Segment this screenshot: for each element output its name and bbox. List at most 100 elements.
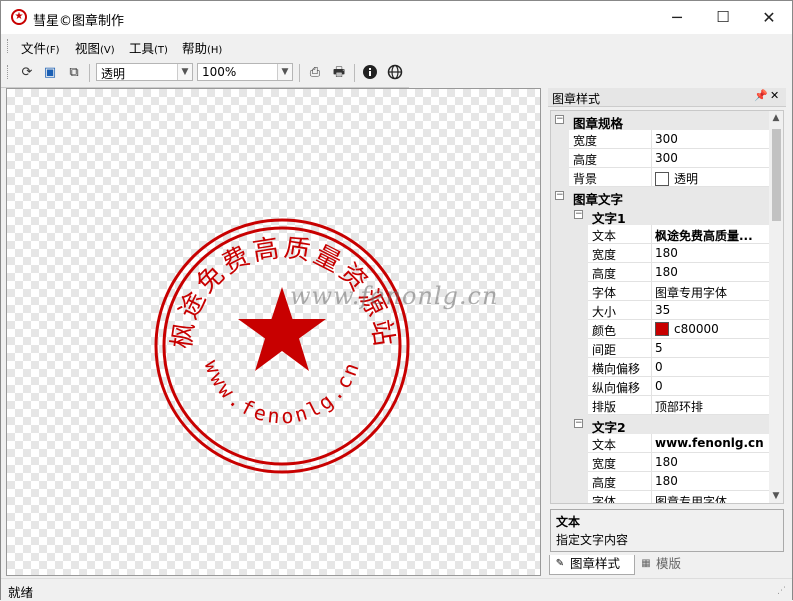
maximize-button[interactable]: ☐ — [700, 1, 746, 34]
property-row[interactable]: 高度 180 — [551, 472, 771, 491]
property-value[interactable]: 顶部环排 — [655, 398, 703, 415]
collapse-icon[interactable]: − — [574, 419, 583, 428]
panel-header: 图章样式 📌 ✕ — [548, 88, 786, 107]
property-description: 文本 指定文字内容 — [550, 509, 784, 552]
property-row[interactable]: 横向偏移 0 — [551, 358, 771, 377]
property-name: 宽度 — [573, 134, 598, 148]
collapse-icon[interactable]: − — [555, 191, 564, 200]
menu-view-accel: (V) — [100, 45, 115, 56]
export-icon[interactable]: ⎙ — [306, 64, 324, 82]
property-value[interactable]: 180 — [655, 474, 678, 488]
color-swatch — [655, 322, 669, 336]
menu-help-label: 帮助 — [182, 41, 208, 56]
category-text[interactable]: − 图章文字 — [551, 187, 771, 207]
property-name: 宽度 — [592, 248, 617, 262]
property-value[interactable]: 300 — [655, 132, 678, 146]
toolbar-separator — [89, 64, 90, 82]
toolbar-separator — [354, 64, 355, 82]
category-text2[interactable]: − 文字2 — [551, 415, 771, 435]
chevron-down-icon[interactable]: ▼ — [277, 64, 292, 80]
property-row[interactable]: 字体 图章专用字体 — [551, 491, 771, 503]
category-text1[interactable]: − 文字1 — [551, 206, 771, 226]
property-name: 文本 — [592, 438, 617, 452]
property-value[interactable]: 0 — [655, 360, 663, 374]
window-title: 彗星©图章制作 — [33, 14, 125, 29]
tab-template[interactable]: ▦ 模版 — [636, 555, 706, 574]
property-value[interactable]: 图章专用字体 — [655, 284, 727, 301]
property-value[interactable]: 300 — [655, 151, 678, 165]
property-value[interactable]: www.fenonlg.cn — [655, 436, 764, 450]
status-text: 就绪 — [8, 585, 34, 600]
property-value[interactable]: c80000 — [655, 322, 719, 336]
property-value[interactable]: 5 — [655, 341, 663, 355]
tab-template-label: 模版 — [656, 556, 682, 571]
property-row[interactable]: 字体 图章专用字体 — [551, 282, 771, 301]
menu-help-accel: (H) — [207, 45, 223, 56]
globe-icon[interactable] — [386, 64, 404, 82]
menu-help[interactable]: 帮助(H) — [182, 38, 222, 57]
save-icon[interactable]: ▣ — [41, 64, 59, 82]
chevron-down-icon[interactable]: ▼ — [177, 64, 192, 80]
zoom-combo[interactable]: 100% ▼ — [197, 63, 293, 81]
pin-icon[interactable]: 📌 — [754, 89, 768, 102]
collapse-icon[interactable]: − — [574, 210, 583, 219]
category-spec[interactable]: − 图章规格 — [551, 111, 771, 131]
zoom-combo-value: 100% — [202, 65, 237, 79]
property-grid-scrollbar[interactable]: ▲ ▼ — [769, 111, 783, 503]
property-row[interactable]: 文本 www.fenonlg.cn — [551, 434, 771, 453]
refresh-icon[interactable]: ⟳ — [18, 64, 36, 82]
info-icon[interactable] — [361, 64, 379, 82]
property-name: 高度 — [573, 153, 598, 167]
property-name: 背景 — [573, 172, 598, 186]
property-row[interactable]: 纵向偏移 0 — [551, 377, 771, 396]
toolbar-grip-handle[interactable] — [7, 65, 11, 79]
tab-stamp-style-label: 图章样式 — [570, 556, 621, 571]
property-row[interactable]: 间距 5 — [551, 339, 771, 358]
collapse-icon[interactable]: − — [555, 115, 564, 124]
tab-stamp-style[interactable]: ✎ 图章样式 — [549, 555, 635, 575]
property-row[interactable]: 宽度 180 — [551, 453, 771, 472]
property-row[interactable]: 文本 枫途免费高质量... — [551, 225, 771, 244]
background-combo-value: 透明 — [101, 67, 126, 81]
property-row[interactable]: 排版 顶部环排 — [551, 396, 771, 415]
property-value[interactable]: 透明 — [655, 170, 698, 187]
property-name: 字体 — [592, 286, 617, 300]
title-bar: ★ 彗星©图章制作 ─ ☐ ✕ — [1, 1, 792, 34]
property-row[interactable]: 高度 300 — [551, 149, 771, 168]
copy-icon[interactable]: ⧉ — [65, 64, 83, 82]
style-panel: 图章样式 📌 ✕ − 图章规格 宽度 300 高度 300 背景 透明 − 图章… — [548, 88, 786, 576]
property-name: 文本 — [592, 229, 617, 243]
property-row[interactable]: 宽度 180 — [551, 244, 771, 263]
menu-file[interactable]: 文件(F) — [21, 38, 60, 57]
property-value[interactable]: 180 — [655, 246, 678, 260]
menu-grip-handle[interactable] — [7, 39, 11, 53]
menu-view[interactable]: 视图(V) — [75, 38, 115, 57]
close-button[interactable]: ✕ — [746, 1, 792, 34]
stamp-canvas[interactable]: 枫途免费高质量资源站 www.fenonlg.cn www.fenonlg.cn — [6, 88, 541, 576]
panel-title: 图章样式 — [552, 92, 601, 106]
background-combo[interactable]: 透明 ▼ — [96, 63, 193, 81]
minimize-button[interactable]: ─ — [654, 1, 700, 34]
resize-grip-icon[interactable]: ⋰ — [777, 586, 789, 598]
property-value[interactable]: 0 — [655, 379, 663, 393]
property-row[interactable]: 宽度 300 — [551, 130, 771, 149]
property-row[interactable]: 高度 180 — [551, 263, 771, 282]
scroll-down-icon[interactable]: ▼ — [769, 489, 783, 503]
property-row[interactable]: 背景 透明 — [551, 168, 771, 187]
property-value[interactable]: 180 — [655, 265, 678, 279]
property-value[interactable]: 枫途免费高质量... — [655, 227, 753, 244]
property-value[interactable]: 35 — [655, 303, 670, 317]
description-title: 文本 — [556, 515, 581, 529]
scrollbar-thumb[interactable] — [772, 129, 781, 221]
property-value[interactable]: 图章专用字体 — [655, 493, 727, 503]
menu-bar: 文件(F) 视图(V) 工具(T) 帮助(H) — [1, 34, 792, 58]
property-row[interactable]: 大小 35 — [551, 301, 771, 320]
print-icon[interactable]: 🖶 — [330, 64, 348, 82]
scroll-up-icon[interactable]: ▲ — [769, 111, 783, 125]
property-row[interactable]: 颜色 c80000 — [551, 320, 771, 339]
property-value[interactable]: 180 — [655, 455, 678, 469]
menu-tools[interactable]: 工具(T) — [129, 38, 168, 57]
property-name: 排版 — [592, 400, 617, 414]
seal-bottom-text: www.fenonlg.cn — [199, 357, 364, 429]
panel-close-button[interactable]: ✕ — [770, 89, 779, 102]
